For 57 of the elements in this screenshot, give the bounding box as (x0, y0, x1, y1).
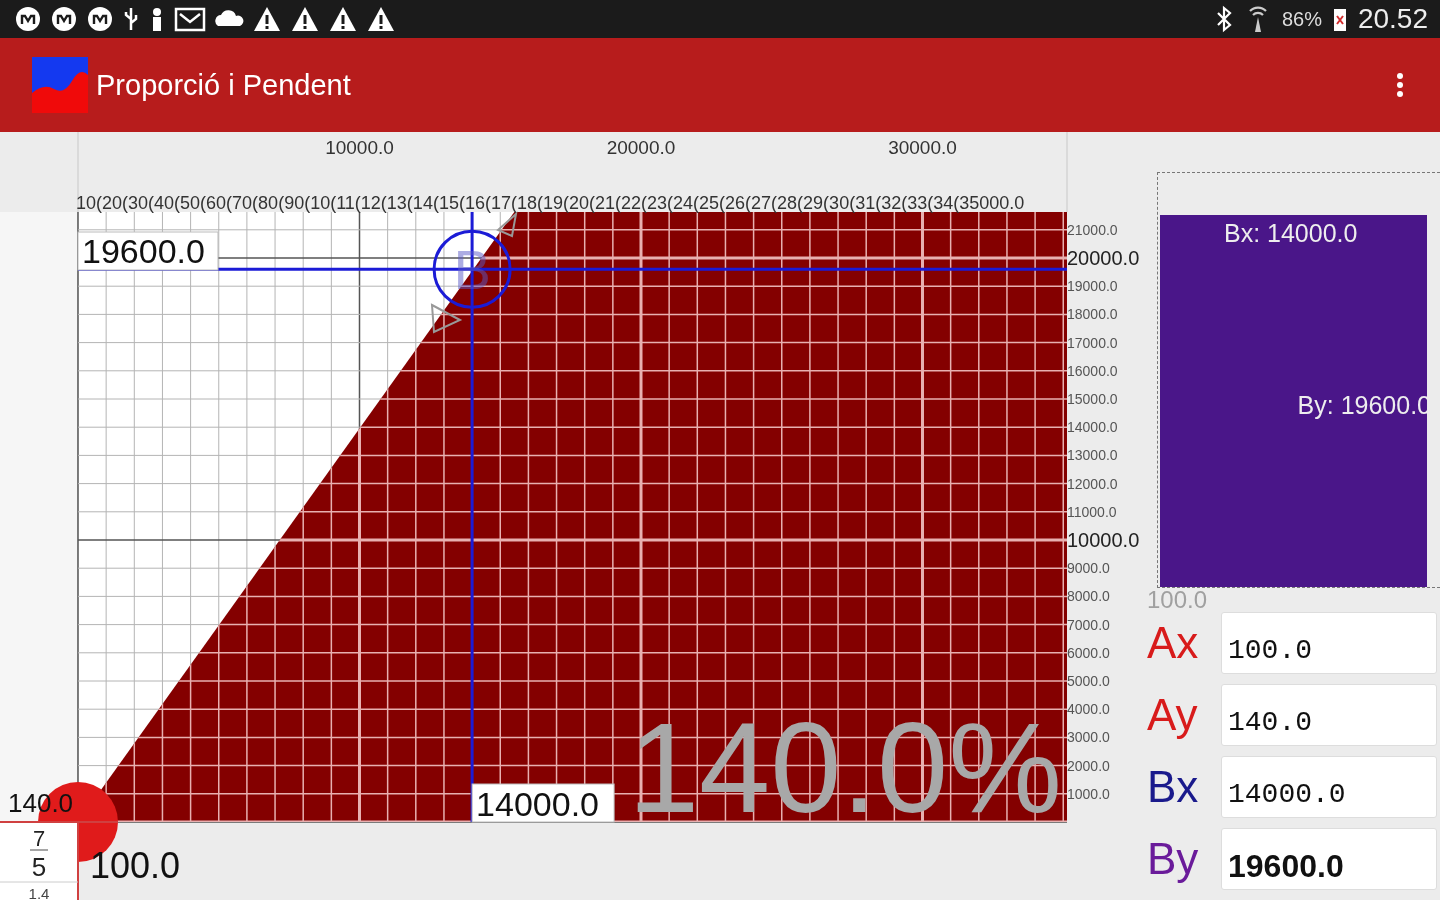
y-axis-label: 17000.0 (1067, 334, 1118, 351)
notification-icon (86, 5, 114, 33)
ratio-decimal: 1.4 (28, 885, 50, 900)
ratio-numerator: 7 (32, 826, 46, 851)
y-axis-label: 7000.0 (1067, 616, 1110, 633)
x-axis-label: 30000.0 (888, 137, 957, 158)
y-axis-label: 8000.0 (1067, 588, 1110, 605)
usb-icon (122, 5, 140, 33)
drag-handle[interactable] (496, 211, 518, 238)
bx-summary: Bx: 14000.0 (1224, 219, 1358, 248)
y-axis-label: 14000.0 (1067, 419, 1118, 436)
warning-icon (252, 5, 282, 33)
y-axis-label: 1000.0 (1067, 785, 1110, 802)
notification-icon (14, 5, 42, 33)
x-axis-label: 10000.0 (325, 137, 394, 158)
y-axis-label: 16000.0 (1067, 362, 1118, 379)
faded-value: 100.0 (1147, 588, 1209, 612)
y-axis-label: 4000.0 (1067, 701, 1110, 718)
value-field[interactable]: 14000.0 (1221, 756, 1437, 818)
image-mail-icon (174, 5, 206, 33)
ratio-denominator: 5 (31, 852, 47, 882)
clock-time: 20.52 (1357, 3, 1428, 35)
battery-percent: 86% (1281, 7, 1322, 31)
more-icon (1396, 72, 1404, 98)
y-axis-label: 9000.0 (1067, 560, 1110, 577)
y-axis-label: 3000.0 (1067, 729, 1110, 746)
y-axis-label: 19000.0 (1067, 278, 1118, 295)
field-label: By (1147, 834, 1200, 884)
y-axis-label: 13000.0 (1067, 447, 1118, 464)
x-axis-label: 20000.0 (606, 137, 676, 158)
drag-handle[interactable] (430, 303, 463, 334)
field-label: Ay (1147, 690, 1199, 740)
x-ruler-labels: 10(20(30(40(50(60(70(80(90(10(11(12(13(14(15(16(17(18(19(20(21(22(23(24(25(26(27(28(29(30(31(32(33(34(35000.0 (76, 193, 1025, 213)
notification-icon (50, 5, 78, 33)
field-label: Bx (1147, 762, 1200, 812)
y-axis-label: 12000.0 (1067, 475, 1118, 492)
y-axis-label: 2000.0 (1067, 757, 1110, 774)
warning-icon (290, 5, 320, 33)
warning-icon (328, 5, 358, 33)
y-axis-label: 21000.0 (1067, 221, 1118, 238)
value-field[interactable]: 100.0 (1221, 612, 1437, 674)
origin-x-label: 100.0 (90, 845, 181, 886)
y-axis-label: 18000.0 (1067, 306, 1118, 323)
app-logo-icon (32, 57, 88, 113)
field-label: Ax (1147, 618, 1200, 668)
value-field[interactable]: 140.0 (1221, 684, 1437, 746)
app-title: Proporció i Pendent (96, 68, 352, 102)
y-axis-label: 11000.0 (1067, 503, 1117, 520)
value-field[interactable]: 19600.0 (1221, 828, 1437, 890)
warning-icon (366, 5, 396, 33)
y-axis-label: 5000.0 (1067, 673, 1110, 689)
y-axis-label: 6000.0 (1067, 644, 1110, 661)
x-value-label: 14000.0 (471, 783, 615, 823)
y-axis-label: 20000.0 (1067, 247, 1140, 269)
y-value-label: 19600.0 (77, 231, 219, 271)
y-axis-label: 15000.0 (1067, 391, 1118, 407)
y-axis-label: 10000.0 (1067, 529, 1140, 551)
